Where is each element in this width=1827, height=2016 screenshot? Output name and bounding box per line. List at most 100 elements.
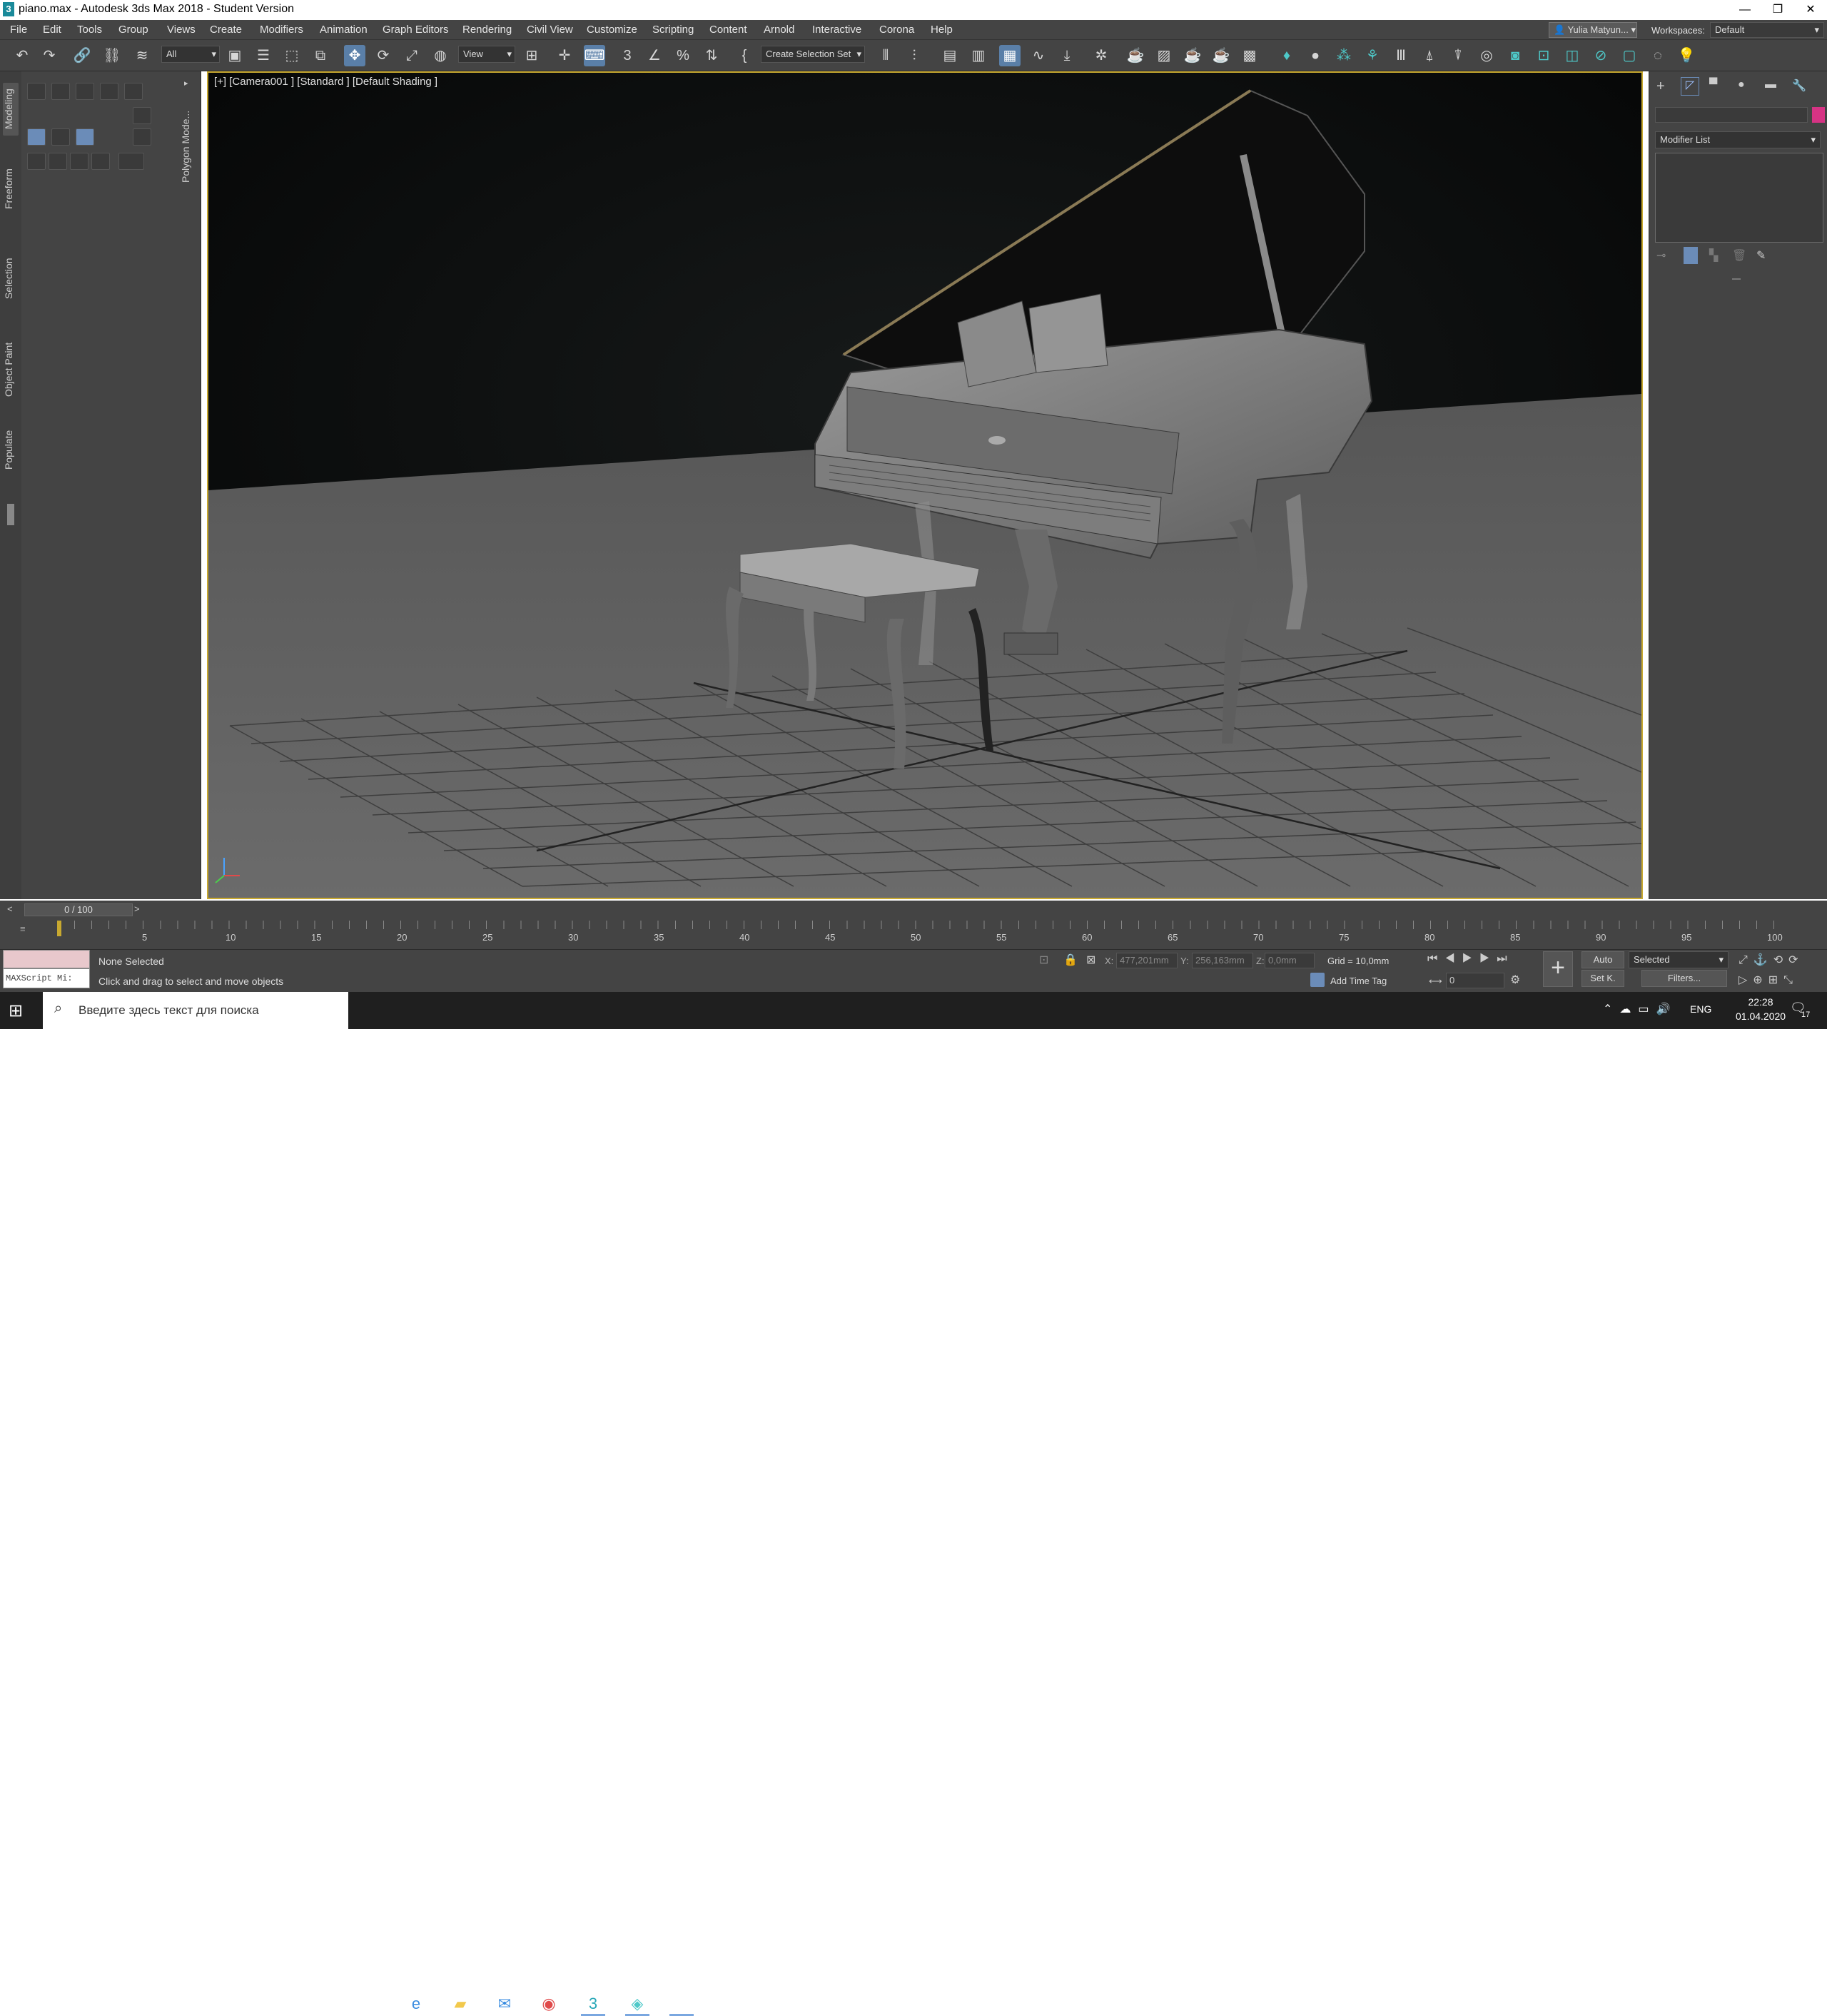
motion-tab-icon[interactable]: ● [1738,78,1745,91]
maximize-button[interactable]: ❐ [1761,0,1794,20]
border-mode-icon[interactable] [76,83,94,100]
swiftloop-icon[interactable] [91,153,110,170]
corona-help-icon[interactable]: 💡 [1676,45,1697,66]
corona-vfb-icon[interactable]: ◫ [1562,45,1583,66]
time-tag-icon[interactable] [1310,973,1325,987]
viewport-navigation-controls-lower[interactable]: ▷⊕⊞⤡ [1739,973,1798,987]
ribbon-toggle-icon[interactable]: ▦ [999,45,1021,66]
menu-content[interactable]: Content [709,24,747,36]
manipulate-icon[interactable]: ✛ [554,45,575,66]
quickslice-icon[interactable] [70,153,88,170]
percent-snap-icon[interactable]: % [672,45,694,66]
menu-animation[interactable]: Animation [320,24,368,36]
unlink-icon[interactable]: ⛓ [101,45,123,66]
file-explorer-icon[interactable]: ▰ [448,1992,472,2016]
select-and-place-icon[interactable]: ◍ [430,45,451,66]
menu-file[interactable]: File [10,24,27,36]
create-tab-icon[interactable]: + [1656,78,1665,95]
corona-framebuffer-icon[interactable]: ▢ [1619,45,1640,66]
task-view-icon[interactable]: ⧉ [358,1992,383,2016]
corona-camera-icon[interactable]: ◎ [1476,45,1497,66]
modifier-list-dropdown[interactable]: Modifier List ▾ [1655,131,1821,148]
render-production-icon[interactable]: ☕ [1182,45,1203,66]
preserve-uvs-icon[interactable] [27,153,46,170]
time-slider-next[interactable]: > [134,903,144,916]
menu-rendering[interactable]: Rendering [462,24,512,36]
remove-modifier-icon[interactable]: 🗑 [1732,248,1746,263]
select-and-rotate-icon[interactable]: ⟳ [373,45,394,66]
time-slider-prev[interactable]: < [7,903,17,916]
hierarchy-tab-icon[interactable]: ▀ [1709,78,1717,91]
layer-explorer-icon[interactable]: ▥ [968,45,989,66]
bind-space-warp-icon[interactable]: ≋ [131,45,153,66]
menu-scripting[interactable]: Scripting [652,24,694,36]
corona-fur-icon[interactable]: Ⅲ [1390,45,1412,66]
window-crossing-icon[interactable]: ⧉ [310,45,331,66]
menu-group[interactable]: Group [118,24,148,36]
time-slider[interactable]: 0 / 100 [24,903,133,916]
taskbar-search-box[interactable]: ⌕ Введите здесь текст для поиска [43,992,348,1029]
pivot-center-icon[interactable]: ⊞ [521,45,542,66]
display-tab-icon[interactable]: ▬ [1765,78,1776,91]
playback-controls[interactable]: ⏮◀▶▶⏭ [1427,953,1514,966]
tab-modeling[interactable]: Modeling [3,83,19,136]
current-frame-field[interactable]: 0 [1446,973,1504,988]
tab-object-paint[interactable]: Object Paint [3,335,19,404]
corona-light-icon[interactable]: ● [1305,45,1326,66]
reference-coordinate-dropdown[interactable]: View ▾ [458,46,515,63]
close-button[interactable]: ✕ [1794,0,1827,20]
select-object-icon[interactable]: ▣ [224,45,246,66]
mail-icon[interactable]: ✉ [492,1992,517,2016]
arnold-light-icon[interactable]: ♦ [1276,45,1297,66]
auto-key-button[interactable]: Auto [1581,951,1624,968]
menu-help[interactable]: Help [931,24,953,36]
modify-tab-icon[interactable]: ◸ [1681,77,1699,96]
workspace-dropdown[interactable]: Default ▾ [1710,22,1824,38]
menu-civil-view[interactable]: Civil View [527,24,573,36]
tab-populate[interactable]: Populate [3,421,19,478]
camera-viewport[interactable]: [+] [Camera001 ] [Standard ] [Default Sh… [207,71,1643,899]
menu-customize[interactable]: Customize [587,24,637,36]
z-coordinate-field[interactable]: 0,0mm [1265,953,1315,968]
maxscript-listener-output[interactable] [3,950,90,968]
corona-vfb-taskbar-icon[interactable]: ◈ [625,1992,649,2016]
pin-stack-icon[interactable]: ⊸ [1656,248,1666,263]
key-mode-icon[interactable]: ⟷ [1429,976,1442,987]
rectangular-selection-icon[interactable]: ⬚ [281,45,303,66]
edge-browser-icon[interactable]: e [404,1992,428,2016]
select-and-scale-icon[interactable]: ⤢ [401,45,422,66]
snaps-toggle-icon[interactable]: 3 [617,45,638,66]
polygon-mode-icon[interactable] [100,83,118,100]
element-mode-icon[interactable] [124,83,143,100]
select-and-move-icon[interactable]: ✥ [344,45,365,66]
x-coordinate-field[interactable]: 477,201mm [1116,953,1178,968]
align-icon[interactable]: ⫶ [904,45,925,66]
menu-modifiers[interactable]: Modifiers [260,24,303,36]
time-configuration-icon[interactable]: ⚙ [1510,973,1520,987]
menu-create[interactable]: Create [210,24,242,36]
named-selection-dropdown[interactable]: Create Selection Set ▾ [761,46,865,63]
time-cursor[interactable] [57,921,61,936]
corona-converter-icon[interactable]: ◙ [1504,45,1526,66]
menu-views[interactable]: Views [167,24,196,36]
undo-icon[interactable]: ↶ [11,45,33,66]
angle-snap-icon[interactable]: ∠ [644,45,665,66]
menu-corona[interactable]: Corona [879,24,914,36]
link-icon[interactable]: 🔗 [71,45,93,66]
mirror-icon[interactable]: ⫴ [875,45,896,66]
language-indicator[interactable]: ENG [1690,1003,1711,1015]
menu-graph-editors[interactable]: Graph Editors [383,24,449,36]
add-time-tag[interactable]: Add Time Tag [1330,976,1387,986]
viewport-navigation-controls[interactable]: ⤢⚓⟲⟳ [1739,953,1804,967]
corona-sun-icon[interactable]: ⍒ [1447,45,1469,66]
edge-mode-icon[interactable] [51,83,70,100]
track-bar[interactable] [57,921,1778,929]
windows-start-icon[interactable]: ⊞ [9,1001,23,1021]
spinner-snap-icon[interactable]: ⇅ [701,45,722,66]
corona-interactive-icon[interactable]: ⊡ [1533,45,1554,66]
clock-time[interactable]: 22:28 [1736,996,1786,1008]
edit-named-selection-icon[interactable]: { [734,45,755,66]
key-filters-button[interactable]: Filters... [1641,970,1727,987]
utilities-tab-icon[interactable]: 🔧 [1792,78,1806,93]
user-account-dropdown[interactable]: 👤 Yulia Matyun... ▾ [1549,22,1637,38]
